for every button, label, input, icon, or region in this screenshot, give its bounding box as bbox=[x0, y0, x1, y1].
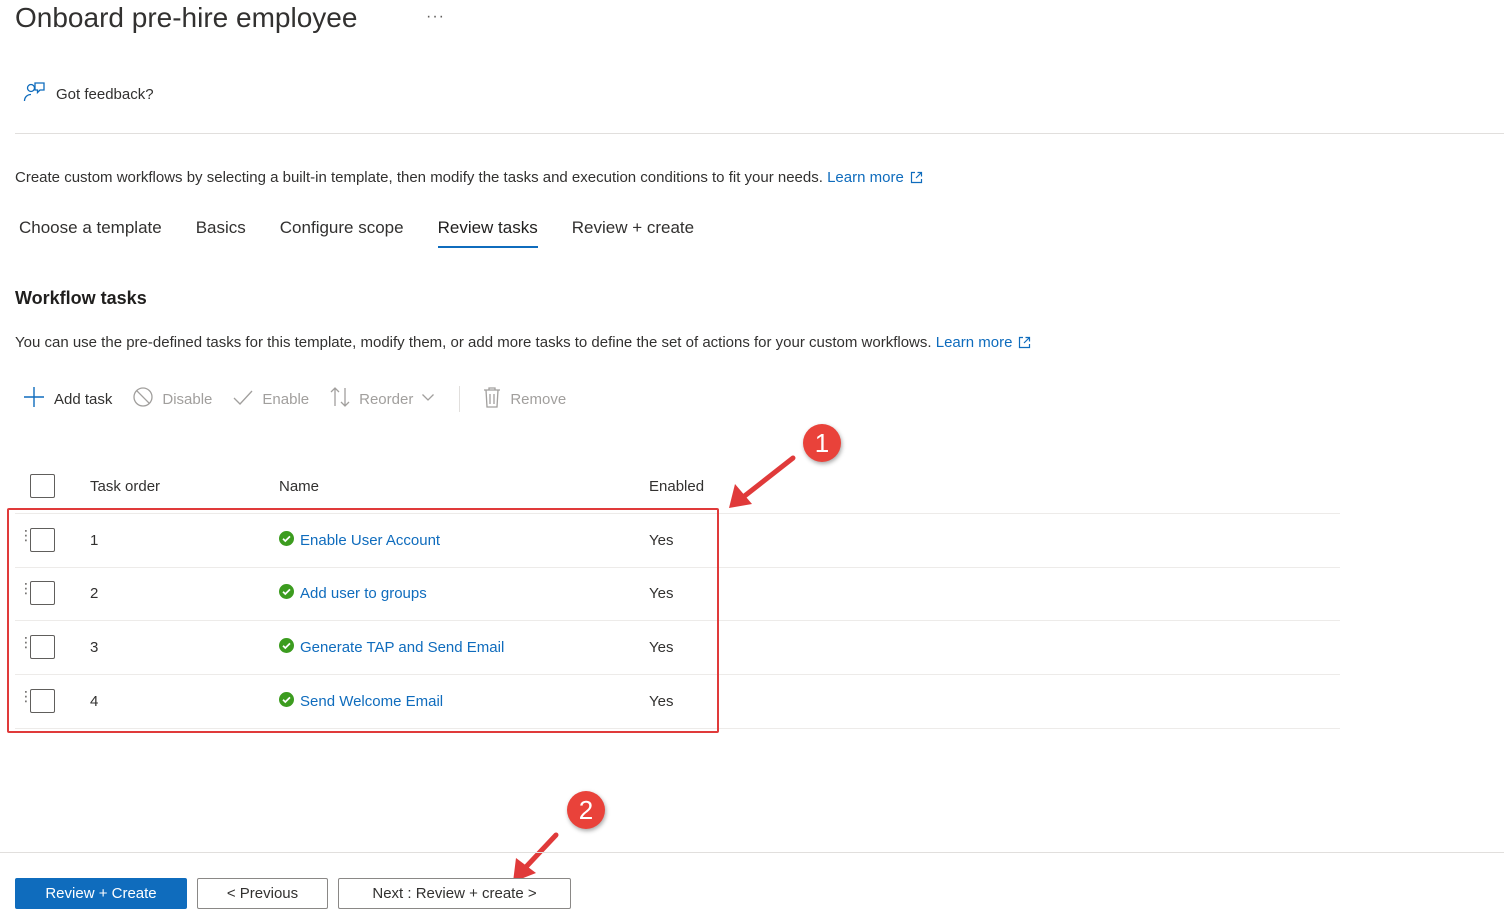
annotation-arrows bbox=[513, 455, 796, 882]
previous-button[interactable]: < Previous bbox=[197, 878, 328, 909]
review-create-button[interactable]: Review + Create bbox=[15, 878, 187, 909]
annotation-badge-2: 2 bbox=[567, 791, 605, 829]
annotation-badge-1: 1 bbox=[803, 424, 841, 462]
footer-divider bbox=[0, 852, 1504, 853]
annotation-arrow-1 bbox=[729, 455, 796, 508]
annotation-arrow-2 bbox=[513, 832, 559, 882]
next-review-create-button[interactable]: Next : Review + create > bbox=[338, 878, 571, 909]
